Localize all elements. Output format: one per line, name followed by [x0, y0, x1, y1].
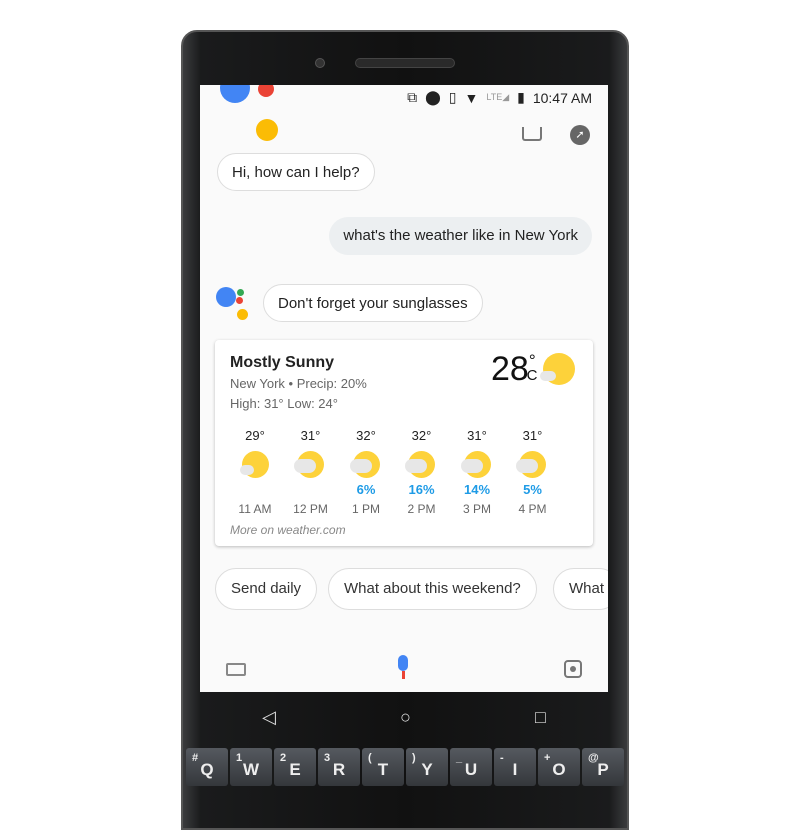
hour-forecast: 29° 11 AM [235, 428, 275, 516]
hour-temp: 31° [522, 428, 543, 443]
hour-time: 1 PM [351, 502, 380, 516]
wifi-icon: ▼ [464, 89, 479, 106]
key-alt-symbol: ( [368, 752, 372, 764]
weather-high-low: High: 31° Low: 24° [230, 396, 338, 411]
key-alt-symbol: + [544, 752, 551, 764]
hour-forecast: 32° 16% 2 PM [402, 428, 442, 516]
hour-precip [291, 482, 331, 498]
key-letter: T [377, 760, 389, 779]
vibrate-icon: ▯ [448, 89, 457, 105]
hour-time: 12 PM [293, 502, 328, 516]
key-q[interactable]: # Q [186, 748, 228, 786]
key-t[interactable]: (T [362, 748, 404, 786]
home-button[interactable]: ○ [400, 707, 411, 728]
partly-cloudy-icon [460, 451, 491, 478]
location-icon: ⬤ [425, 89, 441, 105]
hour-time: 4 PM [518, 502, 547, 516]
network-type: LTE [486, 92, 503, 102]
hour-time: 2 PM [407, 502, 436, 516]
battery-icon: ▮ [517, 89, 525, 105]
user-query-bubble: what's the weather like in New York [329, 217, 592, 255]
key-letter: W [242, 760, 260, 779]
hour-temp: 32° [411, 428, 432, 443]
microphone-icon[interactable] [398, 655, 408, 679]
hour-temp: 31° [300, 428, 321, 443]
key-letter: O [552, 760, 566, 779]
hour-time: 11 AM [238, 502, 272, 516]
clock: 10:47 AM [532, 89, 592, 106]
key-o[interactable]: + O [538, 748, 580, 786]
current-temp: 28°C [491, 350, 537, 389]
weather-card[interactable]: Mostly Sunny New York • Precip: 20% High… [215, 340, 593, 546]
key-alt-symbol: @ [588, 752, 599, 764]
assistant-screen: ⧉ ⬤ ▯ ▼ LTE◢ ▮ 10:47 AM ➚ Hi, how can I … [200, 85, 608, 692]
key-alt-symbol: 3 [324, 752, 331, 764]
front-camera [315, 58, 325, 68]
key-letter: Y [421, 760, 433, 779]
mostly-sunny-icon [540, 353, 575, 385]
assistant-greeting-bubble: Hi, how can I help? [217, 153, 375, 191]
key-alt-symbol: 2 [280, 752, 287, 764]
partly-cloudy-icon [516, 451, 546, 478]
hour-precip: 14% [463, 482, 491, 497]
hour-temp: 31° [467, 428, 487, 443]
earpiece-speaker [355, 58, 455, 68]
navigation-bar: ◁ ○ □ [200, 692, 608, 742]
weather-location-precip: New York • Precip: 20% [230, 376, 367, 391]
weather-source-link[interactable]: More on weather.com [230, 523, 346, 537]
key-alt-symbol: # [192, 752, 199, 764]
hour-precip: 6% [356, 482, 376, 497]
hour-precip: 5% [523, 482, 542, 497]
hour-temp: 32° [356, 428, 376, 443]
key-alt-symbol: _ [456, 752, 463, 764]
key-alt-symbol: 1 [236, 752, 243, 764]
keyboard-icon[interactable] [226, 663, 246, 676]
weather-condition: Mostly Sunny [230, 354, 335, 371]
key-letter: Q [200, 760, 214, 779]
hour-precip [235, 482, 275, 498]
key-y[interactable]: ) Y [406, 748, 448, 786]
key-letter: U [464, 760, 478, 779]
hour-temp: 29° [245, 428, 265, 443]
hour-precip: 16% [408, 482, 435, 497]
suggestion-chip[interactable]: What [553, 568, 608, 610]
hour-forecast: 31° 14% 3 PM [457, 428, 497, 516]
hour-forecast: 32° 6% 1 PM [346, 428, 386, 516]
partly-cloudy-icon [405, 451, 435, 478]
key-i[interactable]: -I [494, 748, 536, 786]
degree-symbol: ° [528, 351, 536, 370]
back-button[interactable]: ◁ [262, 707, 276, 728]
key-e[interactable]: 2E [274, 748, 316, 786]
key-r[interactable]: 3R [318, 748, 360, 786]
cast-icon: ⧉ [407, 89, 418, 105]
key-letter: P [597, 760, 609, 779]
hour-forecast: 31° 5% 4 PM [513, 428, 553, 516]
key-w[interactable]: 1W [230, 748, 272, 786]
key-alt-symbol: - [500, 752, 504, 764]
suggestion-chip[interactable]: Send daily [215, 568, 318, 610]
signal-icon: LTE◢ [486, 92, 510, 102]
key-letter: E [289, 760, 301, 779]
hour-forecast: 31° 12 PM [291, 428, 331, 516]
partly-cloudy-icon [349, 451, 380, 478]
explore-compass-icon[interactable]: ➚ [570, 125, 590, 145]
key-alt-symbol: ) [412, 752, 416, 764]
hour-time: 3 PM [462, 502, 491, 516]
status-bar: ⧉ ⬤ ▯ ▼ LTE◢ ▮ 10:47 AM [407, 89, 592, 106]
key-u[interactable]: _ U [450, 748, 492, 786]
lens-icon[interactable] [564, 660, 582, 678]
partly-cloudy-icon [239, 451, 269, 478]
key-p[interactable]: @ P [582, 748, 624, 786]
key-letter: I [512, 760, 518, 779]
key-letter: R [332, 760, 346, 779]
partly-cloudy-icon [294, 451, 324, 478]
physical-keyboard: # Q 1 W 2 E 3 R(T) Y _ U - I + O @ P [184, 748, 626, 786]
assistant-reply-bubble: Don't forget your sunglasses [263, 284, 483, 322]
recents-button[interactable]: □ [535, 707, 546, 728]
temp-value: 28 [491, 350, 529, 388]
updates-icon[interactable] [522, 127, 542, 141]
suggestion-chip[interactable]: What about this weekend? [328, 568, 537, 610]
